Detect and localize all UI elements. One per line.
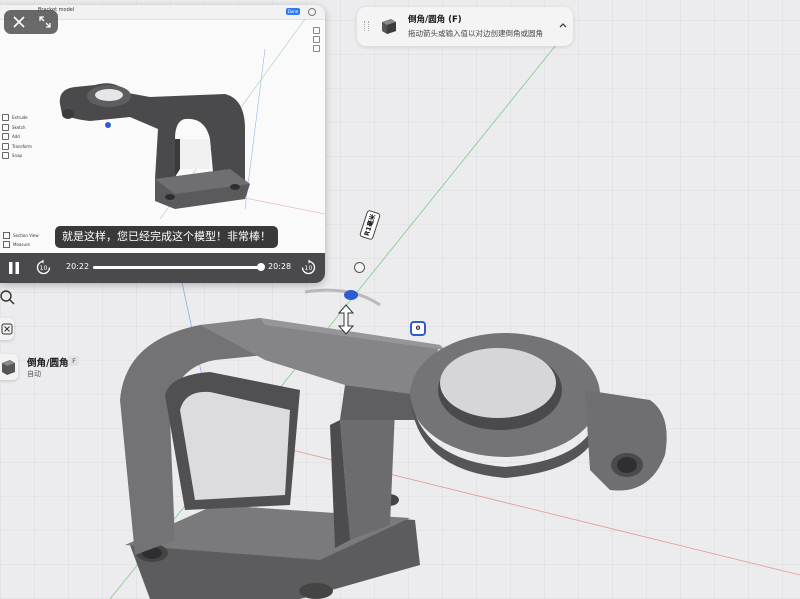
video-subtitle: 就是这样，您已经完成这个模型！非常棒！ — [55, 226, 278, 248]
radius-handle[interactable] — [354, 262, 365, 273]
drag-grip-icon[interactable] — [364, 21, 369, 31]
close-icon — [1, 323, 13, 335]
pip-tool-list: Extrude Sketch Add Transform Snap — [2, 113, 46, 161]
pip-done-button[interactable]: Done — [286, 8, 300, 15]
rewind-seconds-label: 10 — [40, 265, 48, 272]
fillet-arc-guide — [304, 288, 381, 307]
pip-bottom-tools: Section View Measure — [3, 231, 43, 249]
forward-10-icon[interactable]: 10 — [300, 259, 317, 276]
video-pip-player[interactable]: Bracket model Done Extrude Sketch Add Tr… — [0, 5, 325, 283]
forward-seconds-label: 10 — [305, 265, 313, 272]
chamfer-block-icon — [382, 19, 396, 34]
pip-tool-item: Add — [2, 132, 46, 142]
rewind-10-icon[interactable]: 10 — [35, 259, 52, 276]
pause-icon[interactable] — [7, 261, 21, 275]
chamfer-block-icon — [2, 360, 15, 375]
search-icon[interactable] — [0, 286, 16, 308]
progress-fill — [93, 266, 262, 269]
tool-hint-panel: 倒角/圆角 (F) 拖动箭头或输入值以对边创建倒角或圆角 — [357, 7, 573, 46]
pip-tool-item: Measure — [3, 240, 43, 249]
move-arrow-handle[interactable] — [337, 304, 355, 335]
pip-model-view — [59, 19, 325, 220]
offset-value-tag[interactable]: 0 — [410, 321, 426, 336]
current-time: 20:22 — [66, 262, 90, 271]
active-tool-mode: 自动 — [27, 370, 41, 378]
tool-hint-description: 拖动箭头或输入值以对边创建倒角或圆角 — [408, 29, 543, 38]
active-tool-card[interactable]: 倒角/圆角 F 自动 — [0, 352, 86, 382]
pip-tool-item: Sketch — [2, 123, 46, 133]
shortcut-badge: F — [69, 356, 79, 366]
pip-tool-item: Transform — [2, 142, 46, 152]
info-icon[interactable] — [308, 8, 316, 16]
active-tool-name: 倒角/圆角 — [27, 358, 69, 369]
pip-window-controls — [4, 10, 58, 34]
bracket-model[interactable] — [120, 318, 667, 599]
pip-tool-item: Snap — [2, 151, 46, 161]
pip-tool-item: Extrude — [2, 113, 46, 123]
total-time: 20:28 — [268, 262, 292, 271]
progress-knob[interactable] — [257, 263, 266, 271]
tool-hint-title: 倒角/圆角 (F) — [408, 15, 462, 25]
cancel-button[interactable] — [0, 318, 14, 340]
progress-slider[interactable] — [93, 263, 266, 271]
fillet-drag-handle[interactable] — [344, 290, 358, 300]
pip-tool-item: Section View — [3, 231, 43, 240]
expand-icon[interactable] — [37, 14, 53, 30]
active-tool-button[interactable] — [0, 354, 18, 380]
video-controls: 10 20:22 20:28 10 — [0, 253, 325, 283]
close-icon[interactable] — [11, 14, 27, 30]
chevron-up-icon[interactable] — [558, 20, 568, 30]
